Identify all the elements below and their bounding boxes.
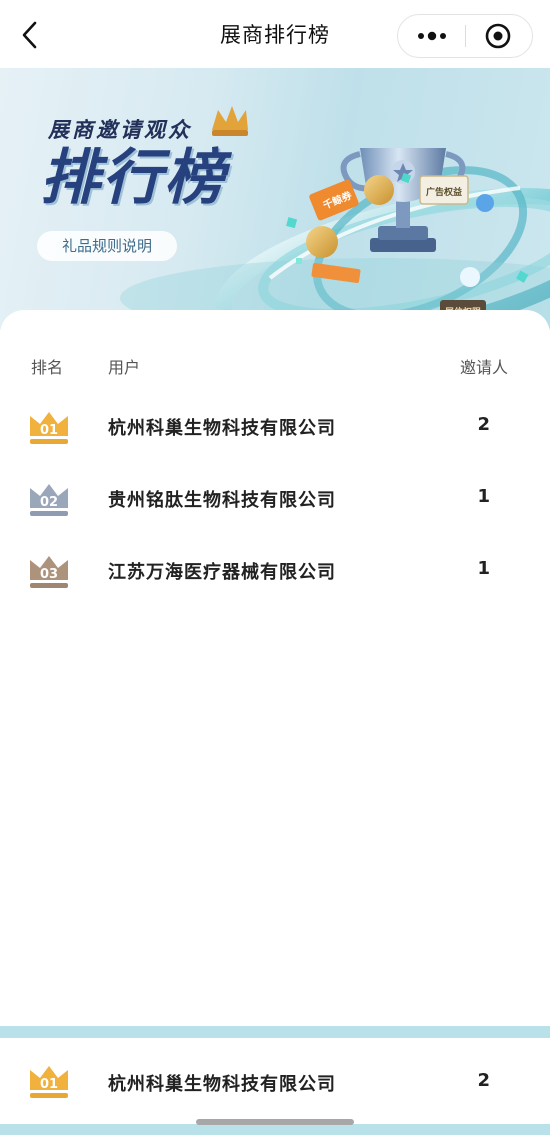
- table-header: 排名 用户 邀请人: [0, 352, 550, 378]
- column-header-rank: 排名: [31, 358, 64, 377]
- rank-number: 01: [40, 423, 58, 438]
- navigation-bar: 展商排行榜: [0, 0, 550, 70]
- crown-medal-gold-icon: 01: [30, 1066, 68, 1098]
- crown-medal-bronze-icon: 03: [30, 556, 68, 588]
- ranking-list: 排名 用户 邀请人 01 杭州科巢生物科技有限公司 2 02 贵州铭肽生物科技有…: [0, 310, 550, 1028]
- home-indicator[interactable]: [196, 1119, 354, 1125]
- column-header-user: 用户: [108, 358, 141, 377]
- crown-medal-silver-icon: 02: [30, 484, 68, 516]
- company-name: 江苏万海医疗器械有限公司: [108, 562, 336, 583]
- target-circle-icon[interactable]: [466, 15, 533, 57]
- column-header-invites: 邀请人: [459, 358, 508, 377]
- mini-program-capsule: [397, 14, 533, 58]
- tag-ad-rights-text: 广告权益: [426, 186, 462, 198]
- leaderboard-page: 展商排行榜 千鲸券 广告权益 展商邀请观众 排行榜 礼品规则说明 排名 用户 邀…: [0, 0, 550, 1135]
- invite-count: 2: [477, 1070, 490, 1091]
- table-row[interactable]: 03 江苏万海医疗器械有限公司 1: [0, 542, 550, 602]
- crown-medal-gold-icon: 01: [30, 412, 68, 444]
- company-name: 杭州科巢生物科技有限公司: [108, 1074, 336, 1095]
- table-row[interactable]: 02 贵州铭肽生物科技有限公司 1: [0, 470, 550, 530]
- invite-count: 1: [477, 486, 490, 507]
- rank-number: 03: [40, 567, 58, 582]
- rank-number: 02: [40, 495, 58, 510]
- more-dots-icon[interactable]: [398, 15, 465, 57]
- banner-title: 排行榜: [40, 143, 226, 213]
- invite-count: 1: [477, 558, 490, 579]
- banner-subtitle: 展商邀请观众: [48, 118, 192, 142]
- gift-rules-button[interactable]: 礼品规则说明: [37, 231, 177, 261]
- leaderboard-banner: 千鲸券 广告权益 展位权限 展商邀请观众 排行榜 礼品规则说明: [0, 68, 550, 330]
- rank-number: 01: [40, 1077, 58, 1092]
- company-name: 杭州科巢生物科技有限公司: [108, 418, 336, 439]
- company-name: 贵州铭肽生物科技有限公司: [108, 490, 336, 511]
- invite-count: 2: [477, 414, 490, 435]
- my-rank-row[interactable]: 01 杭州科巢生物科技有限公司 2: [0, 1038, 550, 1124]
- table-row[interactable]: 01 杭州科巢生物科技有限公司 2: [0, 398, 550, 458]
